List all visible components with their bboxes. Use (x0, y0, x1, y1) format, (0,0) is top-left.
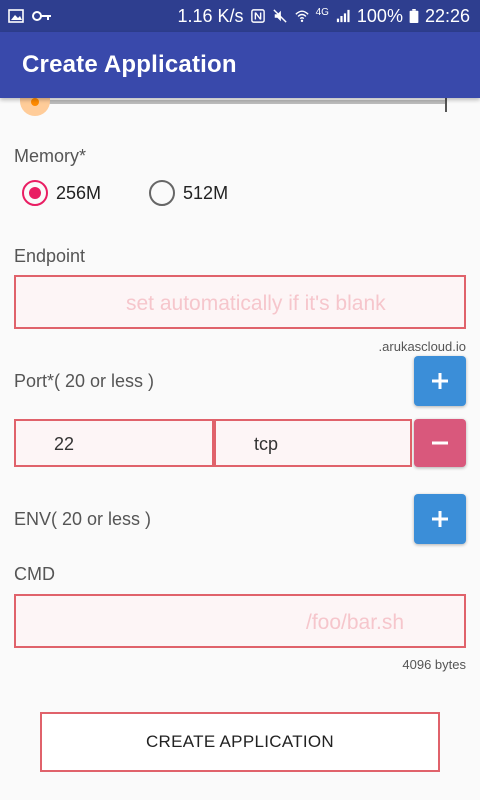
radio-unchecked-icon[interactable] (149, 180, 176, 206)
battery-level: 100% (356, 5, 403, 26)
env-label: ENV( 20 or less ) (14, 509, 152, 529)
key-icon (32, 11, 51, 21)
cmd-label: CMD (14, 564, 55, 584)
port-protocol-value: tcp (254, 434, 279, 454)
memory-option-512m[interactable]: 512M (149, 180, 228, 206)
slider-track[interactable] (36, 100, 446, 104)
endpoint-placeholder: set automatically if it's blank (126, 292, 386, 315)
create-application-label: CREATE APPLICATION (145, 732, 335, 751)
endpoint-label: Endpoint (14, 246, 86, 266)
wifi-icon (294, 10, 309, 23)
port-number-value: 22 (54, 434, 75, 454)
radio-checked-icon[interactable] (22, 180, 48, 206)
port-label: Port*( 20 or less ) (14, 371, 155, 391)
nfc-icon (250, 9, 265, 23)
plus-icon (432, 373, 448, 389)
slider-thumb-dot (31, 98, 39, 106)
minus-icon (432, 441, 448, 445)
mute-icon (272, 9, 287, 23)
network-speed: 1.16 K/s (177, 5, 244, 26)
endpoint-input[interactable]: set automatically if it's blank (14, 275, 466, 329)
add-env-button[interactable] (414, 494, 466, 544)
add-port-button[interactable] (414, 356, 466, 406)
image-icon (8, 9, 24, 23)
network-type: 4G (315, 6, 329, 18)
port-protocol-input[interactable]: tcp (214, 419, 412, 467)
memory-label: Memory* (14, 146, 87, 166)
status-bar: 1.16 K/s 4G 100% 22:26 (0, 0, 480, 32)
page-title: Create Application (22, 51, 237, 78)
slider-end-tick (445, 98, 447, 112)
memory-option-label: 256M (56, 182, 102, 203)
memory-option-256m[interactable]: 256M (22, 180, 101, 206)
signal-icon (336, 9, 350, 23)
endpoint-domain-suffix: .arukascloud.io (378, 339, 466, 354)
remove-port-button[interactable] (414, 419, 466, 467)
memory-option-label: 512M (183, 182, 229, 203)
cmd-input[interactable]: /foo/bar.sh (14, 594, 466, 648)
form-content: Memory* 256M 512M Endpoint set automatic… (0, 94, 480, 800)
cmd-size-hint: 4096 bytes (402, 657, 466, 672)
cmd-placeholder: /foo/bar.sh (306, 611, 405, 634)
create-application-button[interactable]: CREATE APPLICATION (40, 712, 440, 772)
plus-icon (432, 511, 448, 527)
battery-icon (409, 9, 419, 23)
clock: 22:26 (424, 5, 470, 26)
port-number-input[interactable]: 22 (14, 419, 214, 467)
memory-radio-group: 256M 512M (22, 180, 276, 206)
app-bar: Create Application (0, 32, 480, 98)
